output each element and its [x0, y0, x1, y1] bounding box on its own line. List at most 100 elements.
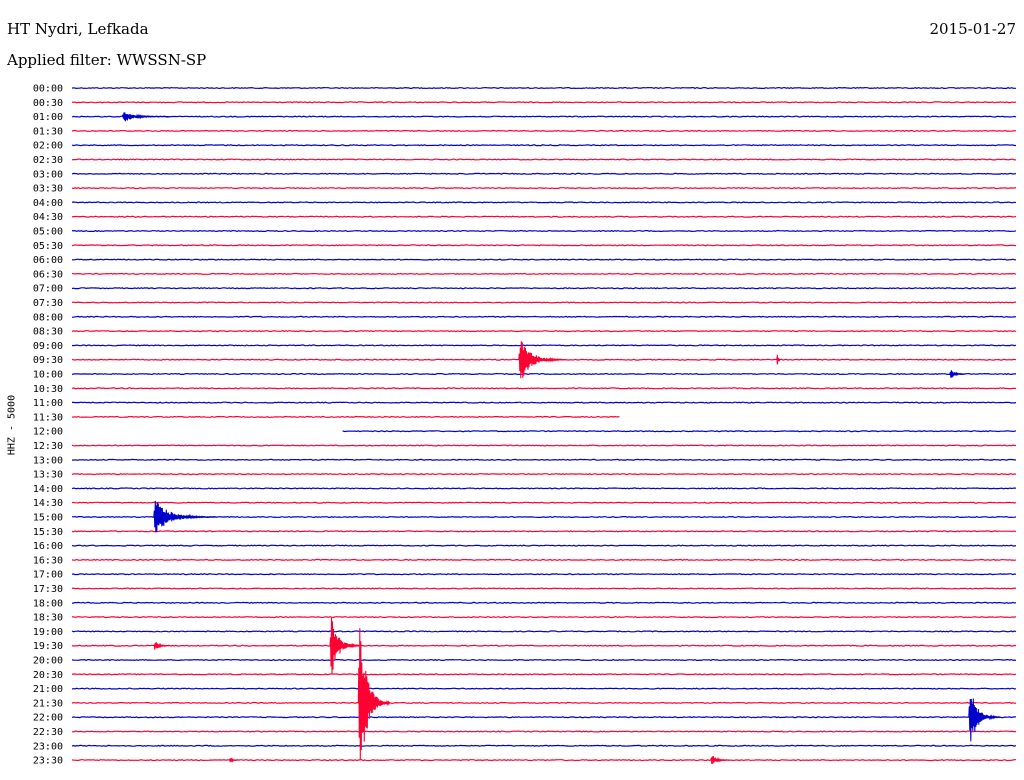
trace-line: [72, 673, 1017, 676]
trace-line: [71, 444, 1017, 447]
row-time-label: 16:00: [33, 541, 63, 552]
trace-line: [71, 101, 1017, 104]
seismic-event: [329, 617, 362, 674]
row-time-label: 23:00: [33, 741, 63, 752]
row-time-label: 06:30: [33, 269, 63, 280]
trace-line: [71, 573, 1017, 576]
trace-line: [71, 701, 1017, 704]
row-time-label: 17:00: [33, 570, 63, 581]
row-time-label: 14:00: [33, 484, 63, 495]
seismic-event: [153, 642, 170, 650]
seismic-event: [776, 354, 781, 365]
trace-line: [71, 272, 1017, 275]
row-time-label: 20:00: [33, 656, 63, 667]
trace-line: [71, 487, 1017, 490]
row-time-label: 04:30: [33, 212, 63, 223]
row-time-label: 17:30: [33, 584, 63, 595]
row-time-label: 03:00: [33, 169, 63, 180]
trace-line: [71, 344, 1017, 347]
seismic-event: [121, 112, 170, 122]
seismic-event: [228, 757, 239, 763]
trace-line: [71, 530, 1017, 533]
trace-line: [71, 630, 1017, 633]
row-time-label: 09:30: [33, 355, 63, 366]
trace-line: [71, 129, 1017, 132]
row-time-label: 13:30: [33, 470, 63, 481]
row-time-label: 21:30: [33, 698, 63, 709]
trace-line: [71, 473, 1017, 476]
trace-line: [71, 716, 1017, 719]
trace-line: [72, 315, 1017, 318]
trace-line: [71, 587, 1017, 590]
trace-line: [71, 387, 1017, 390]
trace-line: [71, 229, 1017, 233]
row-time-label: 00:00: [33, 84, 63, 95]
row-time-label: 01:30: [33, 126, 63, 137]
trace-line: [71, 372, 1016, 376]
row-time-label: 23:30: [33, 756, 63, 767]
trace-line: [71, 330, 1017, 333]
row-time-label: 05:00: [33, 227, 63, 238]
row-time-label: 12:30: [33, 441, 63, 452]
row-time-label: 11:30: [33, 412, 63, 423]
row-time-label: 06:00: [33, 255, 63, 266]
trace-line: [71, 172, 1017, 175]
trace-line: [71, 144, 1017, 147]
row-time-label: 22:30: [33, 727, 63, 738]
row-time-label: 18:00: [33, 598, 63, 609]
trace-line: [71, 744, 1017, 747]
row-time-label: 09:00: [33, 341, 63, 352]
trace-line: [71, 687, 1017, 690]
row-time-label: 15:30: [33, 527, 63, 538]
row-time-label: 15:00: [33, 513, 63, 524]
seismic-event: [153, 500, 217, 532]
trace-line: [71, 201, 1017, 204]
row-time-label: 03:30: [33, 184, 63, 195]
row-time-label: 11:00: [33, 398, 63, 409]
trace-line: [72, 501, 1017, 504]
trace-line: [71, 644, 1017, 647]
row-time-label: 16:30: [33, 555, 63, 566]
trace-line: [71, 558, 1017, 561]
row-time-label: 21:00: [33, 684, 63, 695]
row-time-label: 02:00: [33, 141, 63, 152]
trace-line: [71, 658, 1017, 662]
row-time-label: 08:00: [33, 312, 63, 323]
row-time-label: 05:30: [33, 241, 63, 252]
trace-line: [71, 759, 1016, 762]
trace-line: [71, 415, 620, 418]
trace-line: [71, 244, 1017, 247]
row-time-label: 07:30: [33, 298, 63, 309]
seismic-event: [357, 628, 391, 761]
row-time-label: 04:00: [33, 198, 63, 209]
seismic-event: [518, 341, 567, 379]
row-time-label: 19:30: [33, 641, 63, 652]
trace-line: [71, 115, 1017, 118]
trace-line: [71, 730, 1017, 733]
row-time-label: 13:00: [33, 455, 63, 466]
row-time-label: 07:00: [33, 284, 63, 295]
trace-line: [71, 458, 1017, 461]
row-time-label: 01:00: [33, 112, 63, 123]
row-time-label: 10:00: [33, 370, 63, 381]
trace-line: [71, 616, 1017, 619]
helicorder-plot: 00:00 00:30 01:00 01:30 02:00 02:30 03:00 03:30…: [33, 84, 1017, 767]
seismic-event: [968, 698, 1001, 742]
trace-line: [71, 215, 1017, 218]
row-time-label: 19:00: [33, 627, 63, 638]
trace-line: [71, 287, 1017, 290]
row-time-label: 20:30: [33, 670, 63, 681]
row-time-label: 22:00: [33, 713, 63, 724]
row-time-label: 08:30: [33, 327, 63, 338]
trace-line: [71, 544, 1017, 547]
row-time-label: 00:30: [33, 98, 63, 109]
trace-line: [71, 301, 1016, 304]
seismic-event: [710, 755, 730, 764]
row-time-label: 18:30: [33, 613, 63, 624]
trace-line: [342, 430, 1017, 433]
row-time-label: 02:30: [33, 155, 63, 166]
trace-line: [71, 258, 1016, 261]
row-time-label: 12:00: [33, 427, 63, 438]
row-time-label: 10:30: [33, 384, 63, 395]
trace-line: [71, 86, 1016, 90]
